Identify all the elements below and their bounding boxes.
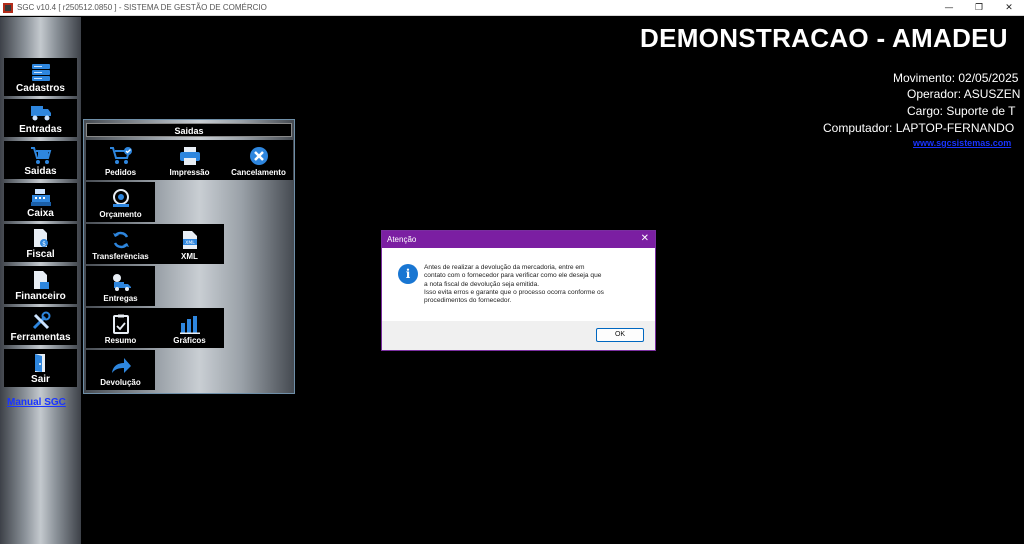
sidebar: Cadastros Entradas Saidas Caixa $ Fiscal…	[0, 17, 81, 544]
dialog-message-line: Isso evita erros e garante que o process…	[424, 288, 604, 296]
tile-label: Entregas	[103, 294, 138, 303]
tile-label: Devolução	[100, 378, 141, 387]
truck-icon	[30, 103, 52, 123]
dialog-message-line: a nota fiscal de devolução seja emitida.	[424, 280, 540, 288]
info-icon: i	[398, 264, 418, 284]
tile-orcamento[interactable]: Orçamento	[86, 182, 155, 222]
tile-label: Gráficos	[173, 336, 206, 345]
tile-xml[interactable]: XML XML	[155, 224, 224, 264]
dialog-message: Antes de realizar a devolução da mercado…	[424, 264, 650, 305]
computador-name: Computador: LAPTOP-FERNANDO	[823, 121, 1015, 135]
window-title: SGC v10.4 [ r250512.0850 ] - SISTEMA DE …	[17, 3, 267, 12]
exit-door-icon	[32, 353, 50, 373]
sidebar-item-label: Entradas	[19, 124, 62, 135]
tile-label: Impressão	[169, 168, 210, 177]
tile-cancelamento[interactable]: Cancelamento	[224, 140, 293, 180]
tile-label: Orçamento	[99, 210, 142, 219]
sidebar-item-label: Financeiro	[15, 291, 66, 302]
sidebar-item-label: Cadastros	[16, 83, 65, 94]
clipboard-icon	[112, 314, 130, 334]
tile-label: Resumo	[104, 336, 137, 345]
sidebar-item-sair[interactable]: Sair	[4, 349, 77, 387]
dialog-close-button[interactable]: ✕	[641, 233, 649, 245]
finance-document-icon	[32, 270, 50, 290]
quote-icon	[110, 188, 132, 208]
sidebar-item-entradas[interactable]: Entradas	[4, 99, 77, 137]
sync-icon	[111, 230, 131, 250]
database-icon	[31, 62, 51, 82]
svg-text:XML: XML	[185, 240, 195, 246]
dialog-message-line: procedimentos do fornecedor.	[424, 297, 512, 305]
sidebar-item-label: Sair	[31, 374, 50, 385]
saidas-panel-header: Saidas	[86, 123, 292, 137]
dialog-message-line: Antes de realizar a devolução da mercado…	[424, 264, 585, 271]
dialog-footer: OK	[382, 321, 655, 350]
delivery-icon	[110, 272, 132, 292]
sidebar-item-fiscal[interactable]: $ Fiscal	[4, 224, 77, 262]
bar-chart-icon	[179, 314, 201, 334]
app-logo-icon	[3, 2, 13, 13]
printer-icon	[178, 146, 202, 166]
cancel-circle-icon	[249, 146, 269, 166]
sidebar-item-label: Ferramentas	[10, 332, 71, 343]
window-titlebar: SGC v10.4 [ r250512.0850 ] - SISTEMA DE …	[0, 0, 1024, 16]
sidebar-item-saidas[interactable]: Saidas	[4, 141, 77, 179]
fiscal-document-icon: $	[32, 228, 50, 248]
operador-name: Operador: ASUSZEN	[907, 87, 1021, 101]
tile-pedidos[interactable]: Pedidos	[86, 140, 155, 180]
sidebar-item-caixa[interactable]: Caixa	[4, 183, 77, 221]
website-link[interactable]: www.sgcsistemas.com	[913, 138, 1011, 148]
movimento-date: Movimento: 02/05/2025	[893, 71, 1019, 85]
tile-graficos[interactable]: Gráficos	[155, 308, 224, 348]
company-info-area: DEMONSTRACAO - AMADEU Movimento: 02/05/2…	[600, 17, 1024, 177]
tile-label: Cancelamento	[231, 168, 286, 177]
manual-sgc-link[interactable]: Manual SGC	[7, 397, 66, 408]
cart-check-icon	[109, 146, 133, 166]
tile-entregas[interactable]: Entregas	[86, 266, 155, 306]
cash-register-icon	[30, 187, 52, 207]
dialog-titlebar: Atenção ✕	[382, 231, 655, 248]
restore-button[interactable]: ❐	[964, 0, 994, 16]
xml-file-icon: XML	[181, 230, 199, 250]
tools-icon	[31, 311, 51, 331]
tile-devolucao[interactable]: Devolução	[86, 350, 155, 390]
close-window-button[interactable]: ✕	[994, 0, 1024, 16]
company-name: DEMONSTRACAO - AMADEU	[640, 23, 1008, 53]
cart-icon	[30, 145, 52, 165]
window-controls: — ❐ ✕	[934, 0, 1024, 16]
tile-label: XML	[181, 252, 198, 261]
sidebar-item-financeiro[interactable]: Financeiro	[4, 266, 77, 304]
sidebar-item-label: Saidas	[24, 166, 57, 177]
tile-label: Transferências	[92, 252, 149, 261]
svg-text:$: $	[42, 241, 46, 248]
tile-impressao[interactable]: Impressão	[155, 140, 224, 180]
tile-label: Pedidos	[104, 168, 137, 177]
sidebar-item-label: Caixa	[27, 208, 54, 219]
tile-transferencias[interactable]: Transferências	[86, 224, 155, 264]
dialog-body: i Antes de realizar a devolução da merca…	[382, 248, 655, 321]
dialog-title: Atenção	[387, 235, 417, 244]
return-arrow-icon	[110, 356, 132, 376]
tile-resumo[interactable]: Resumo	[86, 308, 155, 348]
minimize-button[interactable]: —	[934, 0, 964, 16]
sidebar-item-ferramentas[interactable]: Ferramentas	[4, 307, 77, 345]
dialog-message-line: contato com o fornecedor para verificar …	[424, 272, 602, 280]
attention-dialog: Atenção ✕ i Antes de realizar a devoluçã…	[381, 230, 656, 351]
saidas-panel: Saidas Pedidos Impressão Cancelamento Or…	[83, 119, 295, 394]
sidebar-item-label: Fiscal	[26, 249, 55, 260]
sidebar-item-cadastros[interactable]: Cadastros	[4, 58, 77, 96]
cargo-text: Cargo: Suporte de T	[907, 104, 1016, 118]
ok-button[interactable]: OK	[596, 328, 644, 342]
